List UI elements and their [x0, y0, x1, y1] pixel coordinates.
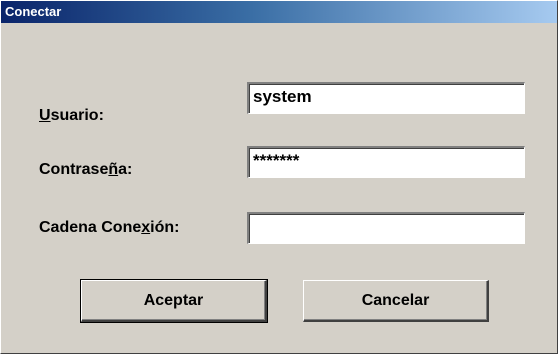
contrasena-label-mnemonic: ñ — [108, 161, 119, 178]
cadena-conexion-input[interactable] — [247, 212, 525, 244]
usuario-label-post: suario: — [50, 107, 104, 124]
usuario-label: Usuario: — [39, 107, 104, 125]
contrasena-label-post: a: — [118, 161, 133, 178]
contrasena-label-pre: Contrase — [39, 161, 109, 178]
cancel-button[interactable]: Cancelar — [303, 280, 489, 322]
cadena-label-post: ión: — [150, 219, 180, 236]
usuario-input[interactable]: system — [247, 82, 525, 114]
cadena-label-mnemonic: x — [141, 219, 151, 236]
accept-button[interactable]: Aceptar — [80, 279, 268, 323]
title-bar[interactable]: Conectar — [1, 1, 557, 23]
connect-dialog: Conectar Usuario: system Contraseña: ***… — [0, 0, 558, 354]
cadena-conexion-label: Cadena Conexión: — [39, 219, 179, 237]
contrasena-label: Contraseña: — [39, 161, 132, 179]
window-title: Conectar — [5, 4, 62, 19]
contrasena-input[interactable]: ******* — [247, 146, 525, 178]
cadena-label-pre: Cadena Cone — [39, 219, 142, 236]
usuario-label-mnemonic: U — [39, 107, 51, 124]
